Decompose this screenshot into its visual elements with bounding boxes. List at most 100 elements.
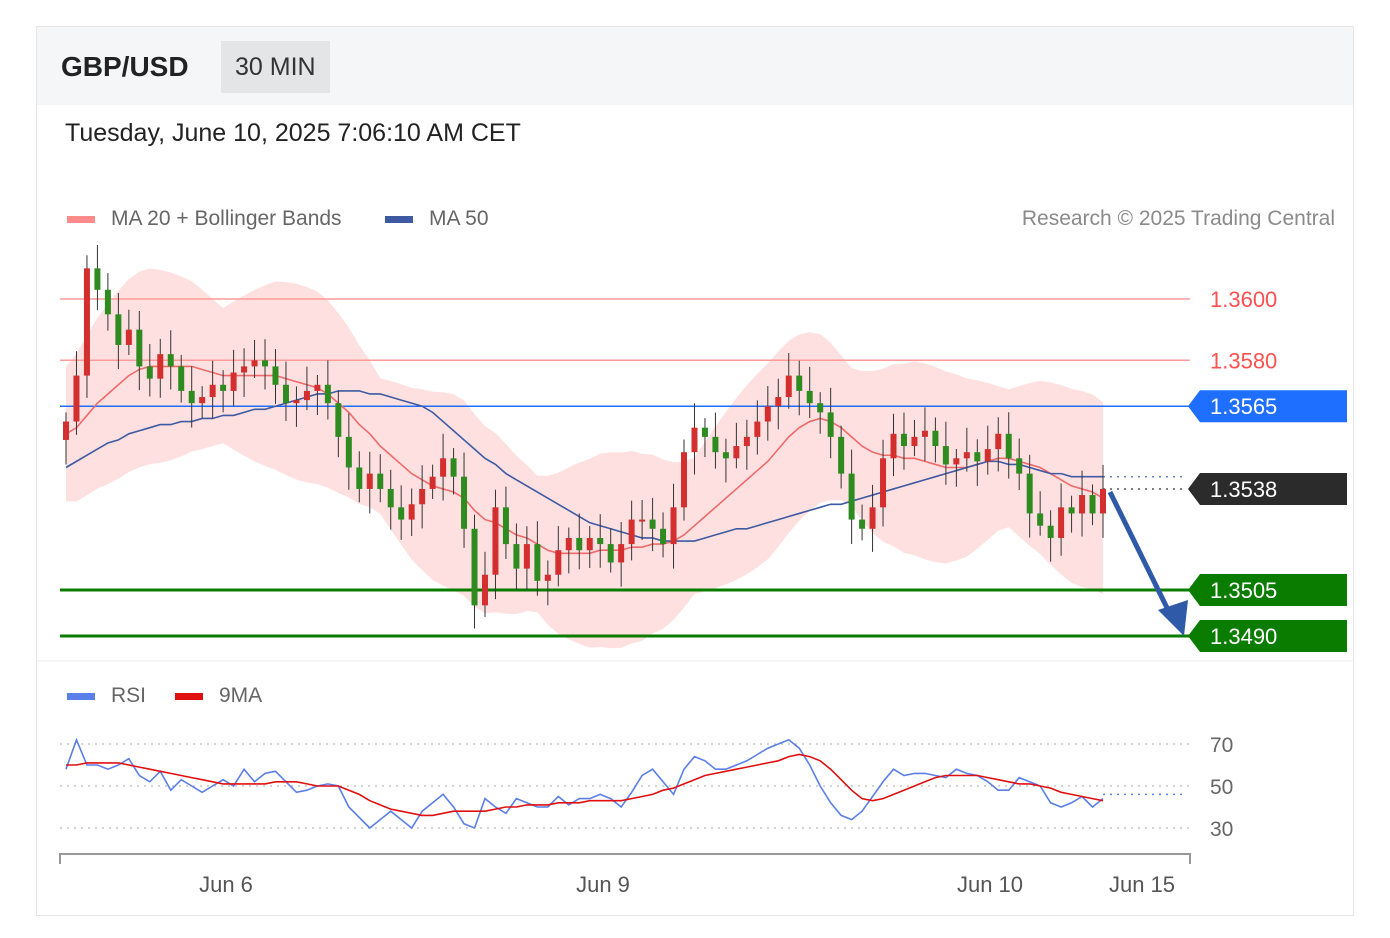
candle-body <box>754 421 761 437</box>
candle-body <box>838 436 845 474</box>
candle-body <box>199 397 206 404</box>
candle-body <box>136 329 143 367</box>
candle-body <box>859 519 866 529</box>
x-tick-label: Jun 15 <box>1109 872 1175 897</box>
candle-body <box>1016 458 1023 474</box>
candle-body <box>691 427 698 453</box>
candle-body <box>628 519 635 545</box>
candle-body <box>953 458 960 465</box>
candle-body <box>639 519 646 522</box>
candle-body <box>848 473 855 520</box>
candle-body <box>502 507 509 545</box>
candle-body <box>262 360 269 367</box>
candle-body <box>775 397 782 407</box>
candle-body <box>1079 495 1086 514</box>
candle-body <box>146 366 153 379</box>
candle-body <box>555 550 562 575</box>
candle-body <box>743 436 750 447</box>
candle-body <box>272 366 279 385</box>
candle-body <box>1100 488 1106 514</box>
candle-body <box>670 507 677 545</box>
candle-body <box>167 354 174 367</box>
forecast-arrow-head-icon <box>1158 600 1188 636</box>
candle-body <box>366 473 373 489</box>
candle-body <box>921 430 928 437</box>
candle-body <box>618 544 625 563</box>
candle-body <box>963 452 970 459</box>
x-axis <box>59 853 1191 864</box>
candle-body <box>1037 513 1044 526</box>
candle-body <box>94 268 101 290</box>
candle-body <box>880 458 887 508</box>
candle-body <box>1026 473 1033 514</box>
candle-body <box>817 403 824 413</box>
candle-body <box>209 384 216 398</box>
candle-body <box>83 268 90 376</box>
candle-body <box>576 537 583 551</box>
candle-body <box>932 430 939 447</box>
candle-body <box>869 507 876 529</box>
level-label-resistance: 1.3600 <box>1210 287 1277 312</box>
candle-body <box>513 544 520 569</box>
candle-body <box>597 537 604 545</box>
candle-body <box>63 421 69 440</box>
candle-body <box>440 458 447 477</box>
rsi-tick-label: 30 <box>1210 818 1233 841</box>
candle-body <box>461 476 468 529</box>
candle-body <box>1047 525 1054 538</box>
level-label-resistance: 1.3580 <box>1210 348 1277 373</box>
candle-body <box>408 504 415 520</box>
candle-body <box>125 329 132 345</box>
candle-body <box>324 384 331 404</box>
candle-body <box>492 507 499 575</box>
candle-body <box>1058 507 1065 538</box>
candle-body <box>230 372 237 391</box>
candle-body <box>377 473 384 489</box>
candle-body <box>607 544 614 563</box>
candle-body <box>534 544 541 581</box>
candle-body <box>157 354 164 379</box>
x-tick-label: Jun 9 <box>576 872 630 897</box>
candle-body <box>178 366 185 391</box>
candle-body <box>345 436 352 468</box>
candle-body <box>544 574 551 581</box>
candle-body <box>419 488 426 505</box>
candle-body <box>785 375 792 398</box>
candle-body <box>293 400 300 404</box>
rsi-ma-line <box>66 753 1104 817</box>
candle-body <box>387 488 394 508</box>
level-label-current: 1.3538 <box>1210 477 1277 502</box>
rsi-tick-label: 70 <box>1210 734 1233 757</box>
candle-body <box>1089 495 1096 514</box>
candle-body <box>104 289 111 315</box>
candle-body <box>1068 507 1075 514</box>
candle-body <box>712 436 719 453</box>
candle-body <box>115 314 122 345</box>
candle-body <box>701 427 708 437</box>
candle-body <box>314 384 321 391</box>
candle-body <box>282 384 289 404</box>
candle-body <box>523 544 530 569</box>
candle-body <box>586 537 593 551</box>
candle-body <box>722 452 729 459</box>
candle-body <box>984 449 991 462</box>
candle-body <box>649 519 656 529</box>
candle-body <box>1005 433 1012 459</box>
level-label-support: 1.3490 <box>1210 624 1277 649</box>
candle-body <box>429 476 436 489</box>
x-tick-label: Jun 6 <box>199 872 253 897</box>
candle-body <box>251 360 258 367</box>
candle-body <box>241 366 248 373</box>
candle-body <box>450 458 457 477</box>
candle-body <box>73 375 80 422</box>
candle-body <box>764 406 771 422</box>
candle-body <box>356 467 363 489</box>
candle-body <box>398 507 405 520</box>
price-chart: 1.3600 1.3580 1.3565 1.3538 1.3505 1.3490 70 50… <box>37 244 1353 897</box>
candle-body <box>827 412 834 437</box>
candle-body <box>471 528 478 606</box>
candle-body <box>911 436 918 447</box>
level-label-pivot: 1.3565 <box>1210 394 1277 419</box>
rsi-tick-label: 50 <box>1210 776 1233 799</box>
candle-body <box>303 390 310 401</box>
